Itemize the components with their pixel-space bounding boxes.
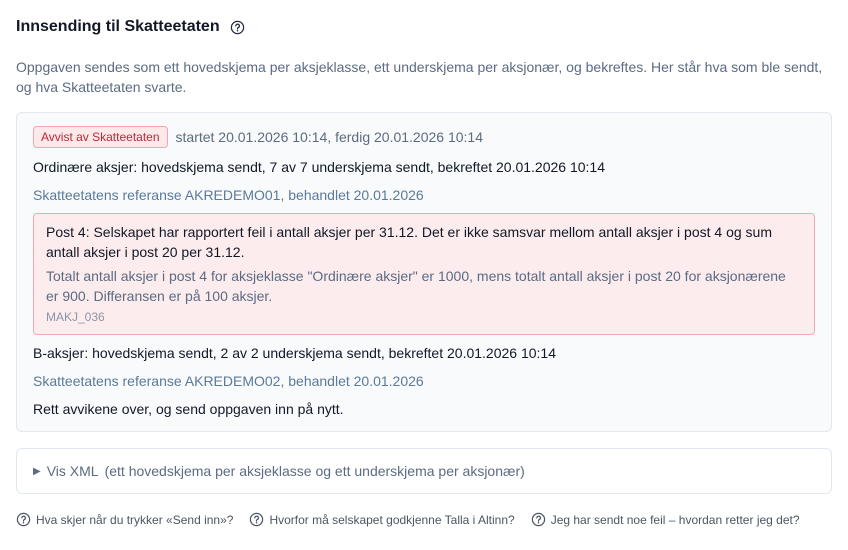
question-circle-icon[interactable] — [230, 19, 246, 35]
question-circle-icon — [250, 512, 264, 527]
question-circle-icon — [16, 512, 31, 527]
ordinary-shares-reference: Skatteetatens referanse AKREDEMO01, beha… — [33, 187, 424, 203]
status-badge: Avvist av Skatteetaten — [33, 126, 168, 148]
page-header: Innsending til Skatteetaten — [16, 18, 246, 36]
faq-link-label: Hva skjer når du trykker «Send inn»? — [36, 512, 234, 527]
error-message: Post 4: Selskapet har rapportert feil i … — [33, 213, 815, 335]
ordinary-shares-status: Ordinære aksjer: hovedskjema sendt, 7 av… — [33, 159, 606, 175]
error-code: MAKJ_036 — [46, 310, 105, 324]
b-shares-status: B-aksjer: hovedskjema sendt, 2 av 2 unde… — [33, 345, 556, 361]
submission-status-row: Avvist av Skatteetaten startet 20.01.202… — [33, 125, 815, 149]
faq-link-label: Hvorfor må selskapet godkjenne Talla i A… — [269, 512, 515, 527]
submission-card: Avvist av Skatteetaten startet 20.01.202… — [16, 112, 832, 432]
faq-link-label: Jeg har sendt noe feil – hvordan retter … — [550, 512, 800, 527]
resubmit-instruction: Rett avvikene over, og send oppgaven inn… — [33, 401, 344, 417]
error-description: Totalt antall aksjer i post 4 for aksjek… — [46, 268, 786, 304]
xml-toggle-label: Vis XML — [46, 463, 99, 479]
b-shares-reference: Skatteetatens referanse AKREDEMO02, beha… — [33, 373, 424, 389]
faq-link-send-in[interactable]: Hva skjer når du trykker «Send inn»? — [16, 512, 233, 527]
faq-links: Hva skjer når du trykker «Send inn»? Hvo… — [16, 512, 800, 527]
submission-page: Innsending til Skatteetaten Oppgaven sen… — [0, 0, 848, 550]
page-title: Innsending til Skatteetaten — [16, 18, 220, 35]
error-title: Post 4: Selskapet har rapportert feil i … — [46, 224, 772, 260]
xml-toggle[interactable]: ▶ Vis XML (ett hovedskjema per aksjeklas… — [16, 448, 832, 494]
caret-right-icon: ▶ — [33, 465, 41, 477]
faq-link-fix-error[interactable]: Jeg har sendt noe feil – hvordan retter … — [531, 512, 800, 527]
submission-meta: startet 20.01.2026 10:14, ferdig 20.01.2… — [175, 129, 483, 145]
question-circle-icon — [531, 512, 545, 527]
faq-link-approve-altinn[interactable]: Hvorfor må selskapet godkjenne Talla i A… — [249, 512, 515, 527]
xml-toggle-hint: (ett hovedskjema per aksjeklasse og ett … — [104, 463, 525, 479]
intro-text: Oppgaven sendes som ett hovedskjema per … — [16, 59, 823, 95]
